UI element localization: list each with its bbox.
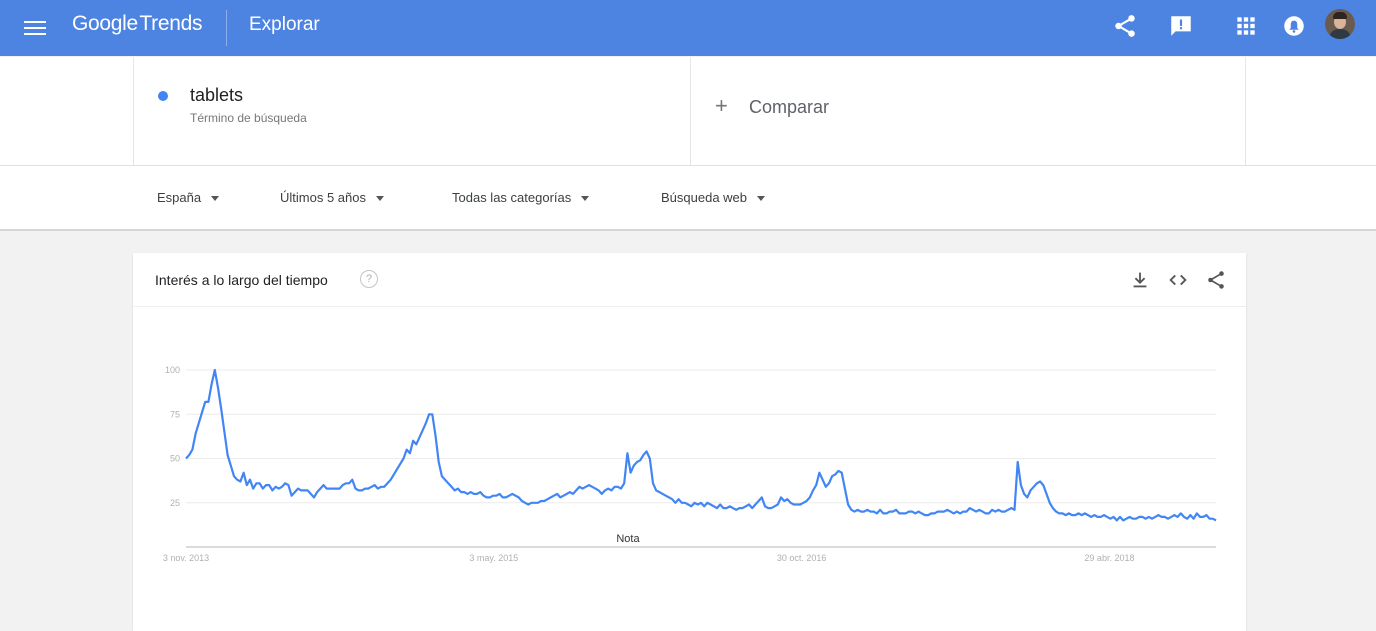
region-dropdown[interactable]: España xyxy=(157,190,220,205)
term-color-dot xyxy=(158,91,168,101)
x-tick-label: 3 may. 2015 xyxy=(469,553,518,563)
notifications-icon[interactable] xyxy=(1281,13,1307,39)
logo-google: Google xyxy=(72,12,138,35)
plus-icon: + xyxy=(715,93,728,118)
x-tick-label: 30 oct. 2016 xyxy=(777,553,827,563)
interest-line-chart: 25 50 75 100 3 nov. 2013 3 may. 2015 30 oct. 2… xyxy=(163,365,1217,563)
section-title: Explorar xyxy=(249,14,320,35)
y-tick-label: 100 xyxy=(165,365,180,375)
search-term-card[interactable]: tablets Término de búsqueda xyxy=(133,57,691,165)
account-avatar[interactable] xyxy=(1325,9,1355,39)
caret-down-icon xyxy=(757,196,766,202)
search-terms-row: tablets Término de búsqueda + Comparar xyxy=(0,57,1376,166)
y-tick-label: 50 xyxy=(170,454,180,464)
period-label: Últimos 5 años xyxy=(280,190,366,205)
caret-down-icon xyxy=(211,196,220,202)
search-type-label: Búsqueda web xyxy=(661,190,748,205)
x-tick-label: 29 abr. 2018 xyxy=(1084,553,1134,563)
header-divider xyxy=(226,10,227,46)
apps-grid-icon[interactable] xyxy=(1233,13,1259,39)
interest-over-time-card: Interés a lo largo del tiempo ? 25 50 75 10… xyxy=(133,253,1246,631)
term-type: Término de búsqueda xyxy=(190,111,307,125)
category-label: Todas las categorías xyxy=(452,190,572,205)
category-dropdown[interactable]: Todas las categorías xyxy=(452,190,590,205)
search-type-dropdown[interactable]: Búsqueda web xyxy=(661,190,766,205)
share-icon[interactable] xyxy=(1112,13,1138,39)
compare-button[interactable]: + Comparar xyxy=(689,57,1246,165)
series-line-tablets xyxy=(185,368,1217,522)
region-label: España xyxy=(157,190,202,205)
y-tick-label: 75 xyxy=(170,409,180,419)
feedback-icon[interactable] xyxy=(1168,13,1194,39)
x-tick-label: 3 nov. 2013 xyxy=(163,553,209,563)
logo-trends: Trends xyxy=(139,12,203,35)
google-trends-logo[interactable]: Google Trends xyxy=(72,12,202,36)
filters-bar: España Últimos 5 años Todas las categorí… xyxy=(0,166,1376,231)
note-annotation: Nota xyxy=(616,533,640,545)
menu-icon[interactable] xyxy=(24,17,46,39)
y-tick-label: 25 xyxy=(170,498,180,508)
caret-down-icon xyxy=(375,196,384,202)
compare-label: Comparar xyxy=(749,97,830,117)
period-dropdown[interactable]: Últimos 5 años xyxy=(280,190,384,205)
caret-down-icon xyxy=(581,196,590,202)
top-app-bar: Google Trends Explorar xyxy=(0,0,1376,56)
term-name: tablets xyxy=(190,85,244,105)
